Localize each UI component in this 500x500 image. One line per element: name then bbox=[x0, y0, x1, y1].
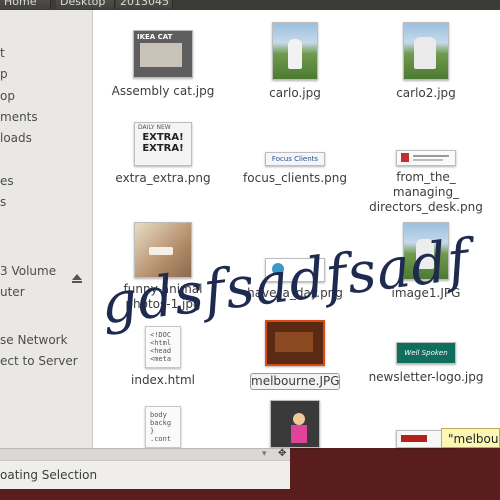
file-item[interactable]: carlo2.jpg bbox=[366, 22, 486, 101]
eject-icon[interactable] bbox=[72, 274, 82, 283]
sidebar-item-downloads[interactable]: loads bbox=[0, 131, 32, 145]
thumbnail bbox=[270, 400, 320, 448]
thumbnail bbox=[272, 22, 318, 80]
thumbnail bbox=[403, 22, 449, 80]
file-item[interactable]: from_the_ managing_ directors_desk.png bbox=[366, 150, 486, 215]
sidebar-item-connect-to-server[interactable]: ect to Server bbox=[0, 354, 78, 368]
thumbnail: DAILY NEW EXTRA! EXTRA! bbox=[134, 122, 192, 166]
sidebar-item-documents[interactable]: ments bbox=[0, 110, 38, 124]
sidebar-item-pictures[interactable]: es bbox=[0, 174, 14, 188]
thumbnail: <!DOC <html <head <meta bbox=[145, 326, 181, 368]
file-item[interactable]: Focus Clients focus_clients.png bbox=[235, 152, 355, 186]
sidebar-item-computer[interactable]: uter bbox=[0, 285, 25, 299]
thumbnail bbox=[396, 150, 456, 166]
status-text: oating Selection bbox=[0, 468, 98, 482]
file-item[interactable]: carlo.jpg bbox=[235, 22, 355, 101]
file-item[interactable]: body backg } .cont bbox=[103, 406, 223, 448]
sidebar-item-volume[interactable]: 3 Volume bbox=[0, 264, 56, 278]
file-item[interactable]: DAILY NEW EXTRA! EXTRA! extra_extra.png bbox=[103, 122, 223, 186]
thumbnail: body backg } .cont bbox=[145, 406, 181, 448]
breadcrumb-home[interactable]: Home bbox=[0, 0, 51, 9]
sidebar: t p op ments loads es s 3 Volume uter se… bbox=[0, 10, 93, 448]
file-item-selected[interactable]: melbourne.JPG bbox=[235, 320, 355, 390]
file-item[interactable] bbox=[235, 400, 355, 448]
breadcrumb-desktop[interactable]: Desktop bbox=[56, 0, 115, 9]
chevron-down-icon[interactable]: ▾ bbox=[262, 449, 267, 459]
tooltip: "melbourne bbox=[441, 428, 500, 448]
thumbnail bbox=[265, 320, 325, 366]
sidebar-item-videos[interactable]: s bbox=[0, 195, 6, 209]
file-icon-view: IKEA CAT Assembly cat.jpg carlo.jpg carl… bbox=[93, 10, 500, 448]
status-bar: oating Selection bbox=[0, 460, 290, 489]
sidebar-item-desktop[interactable]: op bbox=[0, 89, 15, 103]
file-item[interactable]: IKEA CAT Assembly cat.jpg bbox=[103, 30, 223, 99]
sidebar-item-recent[interactable]: t bbox=[0, 46, 5, 60]
thumbnail: IKEA CAT bbox=[133, 30, 193, 78]
breadcrumb-folder[interactable]: 2013045 bbox=[116, 0, 173, 9]
move-handle-icon[interactable]: ✥ bbox=[278, 448, 286, 459]
file-item[interactable]: Well Spoken newsletter-logo.jpg bbox=[366, 342, 486, 385]
path-bar: Home Desktop 2013045 bbox=[0, 0, 500, 10]
thumbnail: Focus Clients bbox=[265, 152, 325, 166]
sidebar-item-home[interactable]: p bbox=[0, 67, 8, 81]
sidebar-item-browse-network[interactable]: se Network bbox=[0, 333, 68, 347]
thumbnail: Well Spoken bbox=[396, 342, 456, 364]
